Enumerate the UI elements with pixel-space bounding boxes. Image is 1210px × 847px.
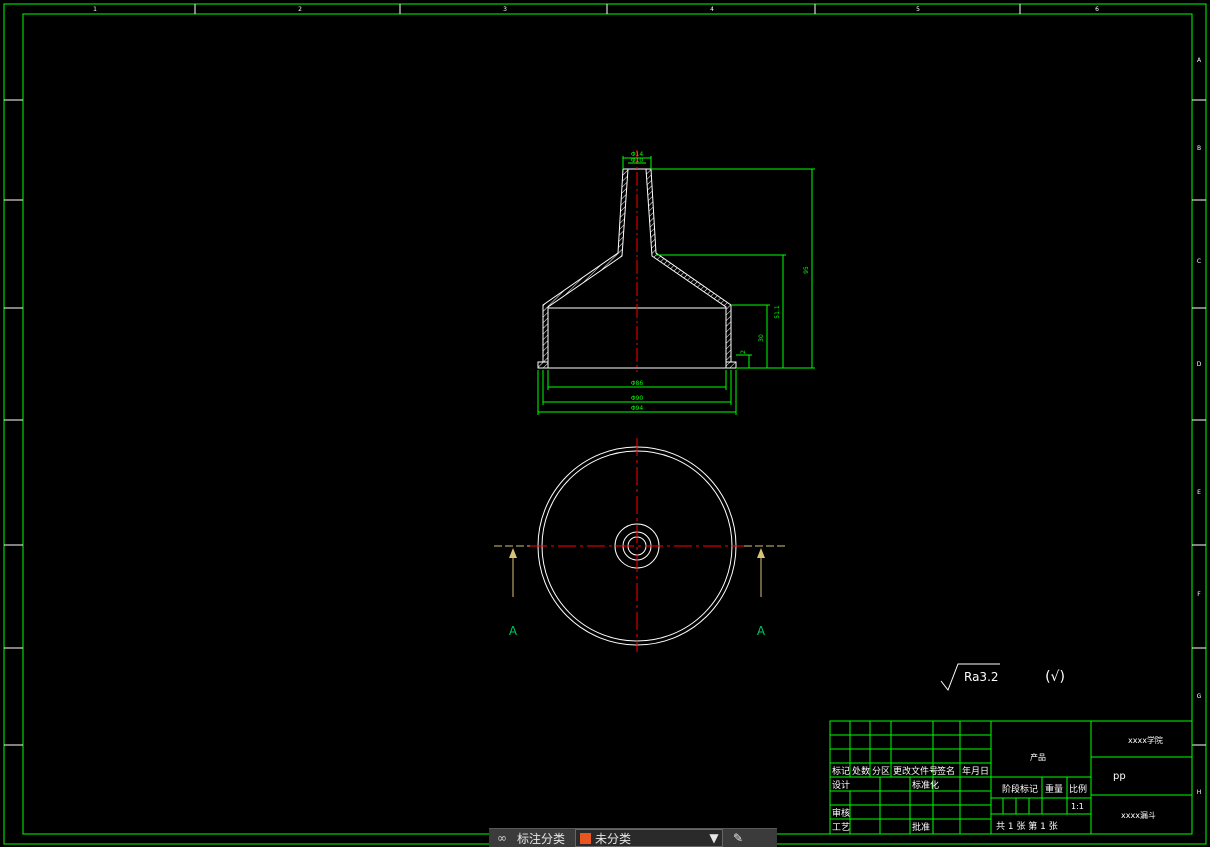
dim-height-lip: 2 [740, 350, 747, 354]
zone-label-top-6: 6 [1095, 6, 1099, 13]
tb-col-date: 年月日 [962, 765, 989, 777]
zone-label-side-g: G [1197, 693, 1202, 700]
funnel-wall-left [542, 168, 629, 363]
tb-col-mark: 标记 [832, 765, 850, 777]
tb-sheets: 共 1 张 第 1 张 [996, 820, 1058, 832]
funnel-wall-right [645, 168, 732, 363]
tb-col-count: 处数 [852, 765, 870, 777]
drawing-frame [3, 3, 1207, 845]
edit-icon[interactable]: ✎ [723, 831, 753, 845]
zone-label-top-3: 3 [503, 6, 507, 13]
zone-label-top-5: 5 [916, 6, 920, 13]
zone-label-top-1: 1 [93, 6, 97, 13]
zone-label-side-f: F [1197, 591, 1201, 598]
top-view [494, 438, 786, 652]
zone-label-side-d: D [1197, 361, 1202, 368]
tb-col-change-doc: 更改文件号 [893, 765, 938, 777]
tb-drawing-name: xxxx漏斗 [1121, 810, 1156, 820]
dim-dia-90: Φ90 [631, 395, 644, 402]
foot-lip-left [537, 361, 549, 369]
classification-dropdown[interactable]: 未分类 ▼ [575, 829, 724, 847]
general-roughness-mark: (√) [1045, 669, 1065, 685]
tb-scale: 比例 [1069, 783, 1087, 795]
title-block-texts: 标记 处数 分区 更改文件号 签名 年月日 设计 标准化 审核 工艺 批准 产品… [832, 735, 1163, 833]
tb-product-label: 产品 [1030, 752, 1046, 762]
roughness-value: Ra3.2 [964, 670, 999, 684]
tb-standardization: 标准化 [912, 779, 939, 791]
tb-weight: 重量 [1045, 783, 1063, 795]
arrowhead-right [757, 548, 765, 558]
dim-height-total: 95 [803, 266, 810, 274]
chevron-down-icon[interactable]: ▼ [706, 831, 722, 845]
zone-ticks [4, 4, 1206, 746]
foot-lip-right [725, 361, 737, 369]
outer-border [3, 3, 1207, 845]
tb-company: xxxx学院 [1128, 735, 1163, 745]
zone-label-side-b: B [1197, 145, 1201, 152]
dim-height-body: 30 [758, 334, 765, 342]
tb-row-review: 审核 [832, 807, 850, 819]
drawing-canvas: 1 2 3 4 5 6 A B C D E F G H Φ14 Φ10 95 5… [3, 3, 1207, 845]
zone-label-top-4: 4 [710, 6, 714, 13]
annotate-classification-label: 标注分类 [517, 831, 566, 846]
dim-height-cone: 51.1 [774, 305, 781, 319]
classification-color-swatch [580, 832, 592, 844]
link-icon[interactable]: ∞ [489, 831, 515, 845]
zone-label-side-h: H [1197, 789, 1202, 796]
tb-approve: 批准 [912, 821, 930, 833]
dim-top-inner: Φ10 [631, 157, 644, 164]
tb-col-signature: 签名 [937, 765, 955, 777]
section-label-left: A [509, 624, 518, 638]
dim-dia-86: Φ86 [631, 380, 644, 387]
zone-label-side-e: E [1197, 489, 1201, 496]
zone-label-top-2: 2 [298, 6, 302, 13]
zone-label-side-c: C [1197, 258, 1201, 265]
section-label-right: A [757, 624, 766, 638]
zone-labels: 1 2 3 4 5 6 A B C D E F G H [93, 6, 1202, 796]
tb-row-design: 设计 [832, 779, 850, 791]
section-view: Φ14 Φ10 95 51.1 30 2 Φ86 Φ90 Φ94 [537, 150, 815, 415]
classification-dropdown-value: 未分类 [595, 831, 632, 846]
tb-col-zone: 分区 [872, 766, 890, 777]
zone-label-side-a: A [1197, 57, 1202, 64]
arrowhead-left [509, 548, 517, 558]
tb-stage-mark: 阶段标记 [1002, 783, 1038, 795]
inner-border [22, 13, 1193, 835]
tb-row-process: 工艺 [832, 822, 850, 833]
tb-scale-value: 1:1 [1071, 802, 1084, 811]
dim-dia-94: Φ94 [631, 405, 644, 412]
annotation-classification-toolbar: ∞ 标注分类 未分类 ▼ ✎ [489, 828, 777, 847]
tb-material: pp [1113, 771, 1126, 782]
